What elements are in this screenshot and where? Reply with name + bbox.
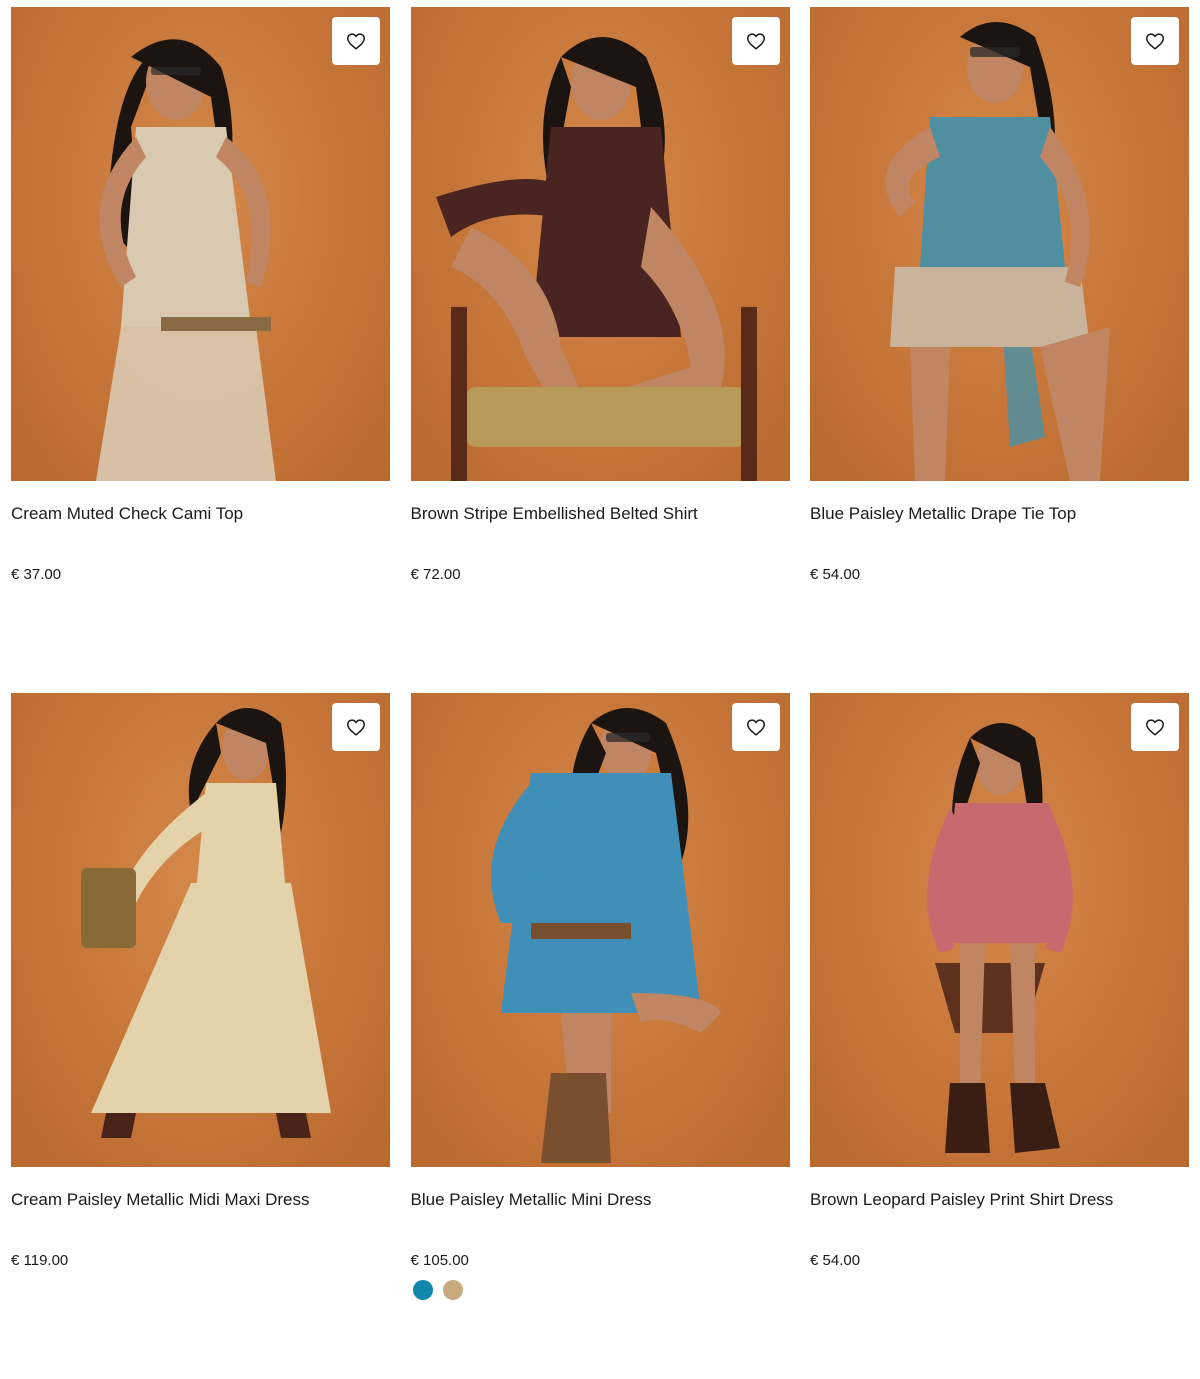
wishlist-button[interactable] [731,17,780,65]
product-name[interactable]: Cream Paisley Metallic Midi Maxi Dress [11,1190,310,1210]
color-swatch-blue[interactable] [412,1280,433,1300]
wishlist-button[interactable] [731,703,780,751]
product-price: € 72.00 [410,566,461,583]
product-card[interactable]: Blue Paisley Metallic Drape Tie Top € 54.… [810,7,1189,693]
color-swatch-beige[interactable] [442,1280,463,1300]
product-name[interactable]: Blue Paisley Metallic Drape Tie Top [810,504,1076,524]
product-card[interactable]: Brown Stripe Embellished Belted Shirt € 7… [410,7,790,693]
product-image[interactable] [11,693,390,1167]
product-image[interactable] [11,7,390,481]
product-image[interactable] [410,693,790,1167]
product-image[interactable] [810,7,1189,481]
wishlist-button[interactable] [1131,703,1179,751]
product-grid: Cream Muted Check Cami Top € 37.00 Brown … [11,7,1189,1379]
product-name[interactable]: Brown Leopard Paisley Print Shirt Dress [810,1190,1113,1210]
heart-icon [345,30,367,52]
product-image[interactable] [810,693,1189,1167]
product-card[interactable]: Cream Paisley Metallic Midi Maxi Dress € … [11,693,390,1379]
product-price: € 119.00 [11,1252,69,1269]
product-price: € 54.00 [810,1252,861,1269]
heart-icon [1144,30,1166,52]
wishlist-button[interactable] [1131,17,1179,65]
product-name[interactable]: Cream Muted Check Cami Top [11,504,243,524]
product-price: € 105.00 [410,1252,469,1269]
product-name[interactable]: Blue Paisley Metallic Mini Dress [411,1190,652,1210]
wishlist-button[interactable] [332,703,380,751]
heart-icon [745,30,767,52]
product-name[interactable]: Brown Stripe Embellished Belted Shirt [411,504,698,524]
heart-icon [1144,716,1166,738]
product-card[interactable]: Cream Muted Check Cami Top € 37.00 [11,7,390,693]
product-price: € 37.00 [11,566,62,583]
heart-icon [745,716,767,738]
color-swatches [412,1280,463,1300]
product-card[interactable]: Blue Paisley Metallic Mini Dress € 105.00 [410,693,790,1379]
product-price: € 54.00 [810,566,861,583]
product-card[interactable]: Brown Leopard Paisley Print Shirt Dress €… [810,693,1189,1379]
heart-icon [345,716,367,738]
product-image[interactable] [410,7,790,481]
wishlist-button[interactable] [332,17,380,65]
